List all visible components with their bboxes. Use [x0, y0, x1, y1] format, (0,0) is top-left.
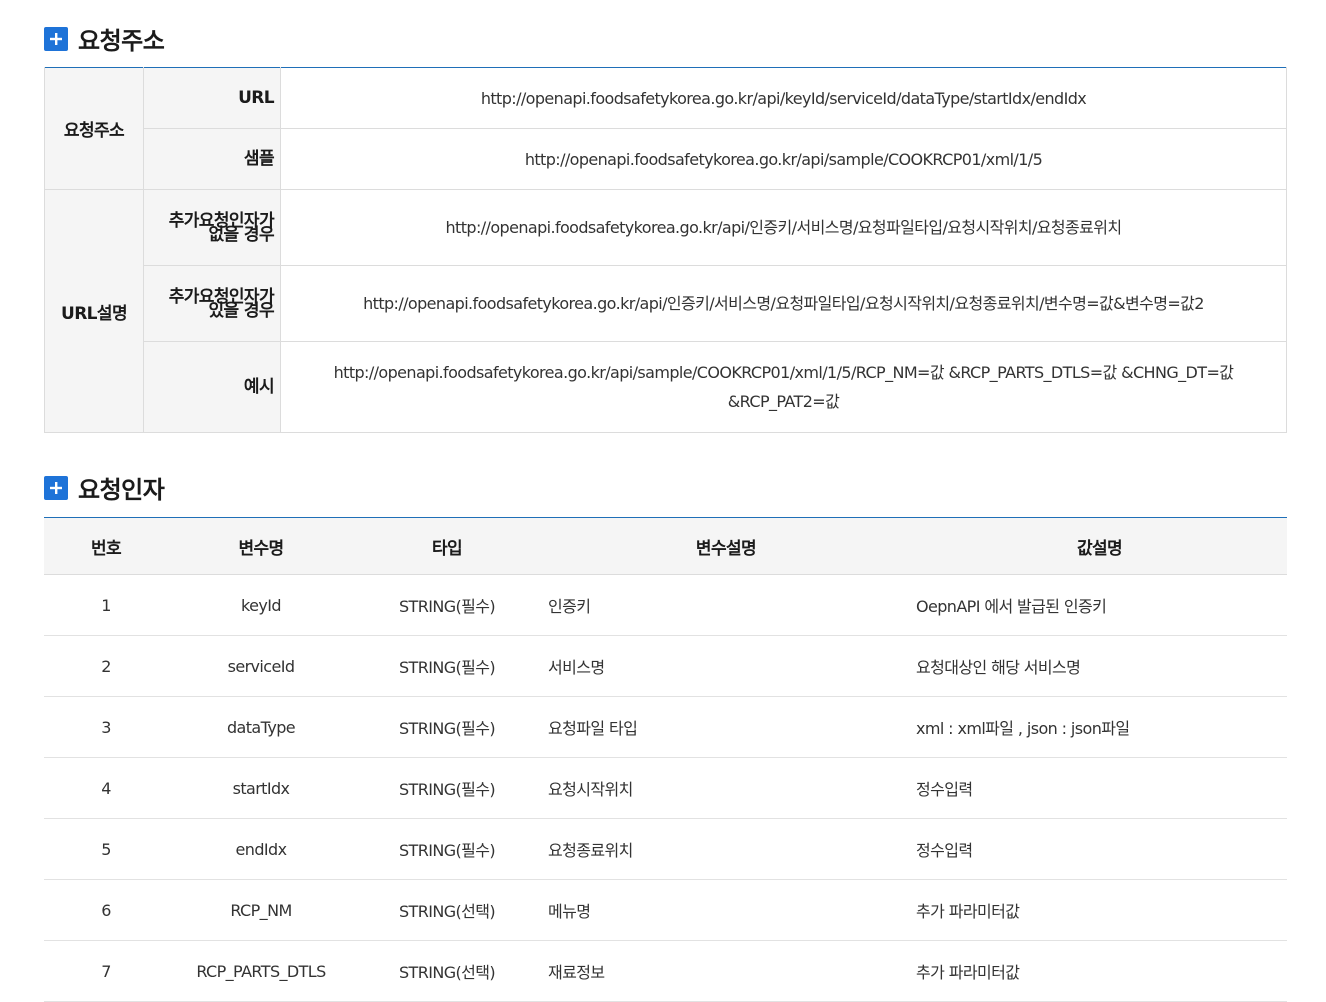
cell-no: 1 [44, 574, 168, 636]
cell-variable-desc: 서비스명 [540, 635, 912, 697]
cell-variable: RCP_NM [168, 879, 354, 941]
url-value: http://openapi.foodsafetykorea.go.kr/api… [280, 67, 1287, 129]
section-header-request-url: 요청주소 [44, 21, 165, 56]
cell-value-desc: 추가 파라미터값 [912, 879, 1287, 941]
cell-value-desc: xml : xml파일 , json : json파일 [912, 696, 1287, 758]
cell-variable-desc: 요청시작위치 [540, 757, 912, 819]
table-row: 2 serviceId STRING(필수) 서비스명 요청대상인 해당 서비스… [44, 635, 1287, 697]
cell-variable: endIdx [168, 818, 354, 880]
request-url-table: 요청주소 URL http://openapi.foodsafetykorea.… [44, 67, 1287, 433]
cell-variable: RCP_PARTS_DTLS [168, 940, 354, 1002]
cell-value-desc: OepnAPI 에서 발급된 인증키 [912, 574, 1287, 636]
column-header-type: 타입 [354, 517, 540, 575]
row-label-example: 예시 [143, 341, 281, 433]
example-url-value: http://openapi.foodsafetykorea.go.kr/api… [280, 341, 1287, 433]
cell-value-desc: 정수입력 [912, 757, 1287, 819]
plus-icon [44, 26, 68, 51]
table-row: URL설명 추가요청인자가 없을 경우 http://openapi.foods… [44, 189, 1287, 433]
section-title: 요청주소 [78, 27, 165, 55]
table-header-row: 번호 변수명 타입 변수설명 값설명 [44, 517, 1287, 575]
column-header-variable: 변수명 [168, 517, 354, 575]
cell-type: STRING(필수) [354, 757, 540, 819]
cell-no: 6 [44, 879, 168, 941]
section-header-request-params: 요청인자 [44, 470, 165, 505]
cell-variable-desc: 요청파일 타입 [540, 696, 912, 758]
cell-type: STRING(선택) [354, 879, 540, 941]
table-row: 1 keyId STRING(필수) 인증키 OepnAPI 에서 발급된 인증… [44, 574, 1287, 636]
plus-icon [44, 475, 68, 500]
cell-variable-desc: 메뉴명 [540, 879, 912, 941]
sample-url-value: http://openapi.foodsafetykorea.go.kr/api… [280, 128, 1287, 190]
cell-type: STRING(필수) [354, 818, 540, 880]
cell-type: STRING(필수) [354, 574, 540, 636]
section-title: 요청인자 [78, 476, 165, 504]
cell-no: 4 [44, 757, 168, 819]
table-row: 3 dataType STRING(필수) 요청파일 타입 xml : xml파… [44, 696, 1287, 758]
column-header-value-desc: 값설명 [912, 517, 1287, 575]
row-label-url: URL [143, 67, 281, 129]
cell-variable: startIdx [168, 757, 354, 819]
cell-no: 3 [44, 696, 168, 758]
row-label-no-extra-params: 추가요청인자가 없을 경우 [143, 189, 281, 266]
table-row: 7 RCP_PARTS_DTLS STRING(선택) 재료정보 추가 파라미터… [44, 940, 1287, 1002]
column-header-variable-desc: 변수설명 [540, 517, 912, 575]
table-row: 5 endIdx STRING(필수) 요청종료위치 정수입력 [44, 818, 1287, 880]
request-params-table: 번호 변수명 타입 변수설명 값설명 1 keyId STRING(필수) 인증… [44, 517, 1287, 1002]
cell-variable-desc: 재료정보 [540, 940, 912, 1002]
cell-no: 7 [44, 940, 168, 1002]
group-label-request-url: 요청주소 [44, 67, 144, 190]
cell-type: STRING(선택) [354, 940, 540, 1002]
cell-variable: serviceId [168, 635, 354, 697]
no-extra-params-url-value: http://openapi.foodsafetykorea.go.kr/api… [280, 189, 1287, 266]
cell-variable: dataType [168, 696, 354, 758]
cell-value-desc: 요청대상인 해당 서비스명 [912, 635, 1287, 697]
cell-value-desc: 정수입력 [912, 818, 1287, 880]
table-row: 6 RCP_NM STRING(선택) 메뉴명 추가 파라미터값 [44, 879, 1287, 941]
cell-type: STRING(필수) [354, 635, 540, 697]
row-label-with-extra-params: 추가요청인자가 있을 경우 [143, 265, 281, 342]
row-label-line: 없을 경우 [208, 224, 275, 245]
row-label-line: 있을 경우 [208, 300, 275, 321]
group-label-url-desc: URL설명 [44, 189, 144, 433]
table-row: 4 startIdx STRING(필수) 요청시작위치 정수입력 [44, 757, 1287, 819]
cell-no: 5 [44, 818, 168, 880]
cell-variable-desc: 요청종료위치 [540, 818, 912, 880]
table-row: 추가요청인자가 있을 경우 http://openapi.foodsafetyk… [45, 265, 1287, 342]
with-extra-params-url-value: http://openapi.foodsafetykorea.go.kr/api… [280, 265, 1287, 342]
row-label-sample: 샘플 [143, 128, 281, 190]
cell-value-desc: 추가 파라미터값 [912, 940, 1287, 1002]
cell-no: 2 [44, 635, 168, 697]
column-header-no: 번호 [44, 517, 168, 575]
table-row: 요청주소 URL http://openapi.foodsafetykorea.… [44, 67, 1287, 190]
table-row: 예시 http://openapi.foodsafetykorea.go.kr/… [45, 341, 1287, 433]
table-row: 샘플 http://openapi.foodsafetykorea.go.kr/… [45, 128, 1287, 190]
cell-variable: keyId [168, 574, 354, 636]
cell-type: STRING(필수) [354, 696, 540, 758]
cell-variable-desc: 인증키 [540, 574, 912, 636]
